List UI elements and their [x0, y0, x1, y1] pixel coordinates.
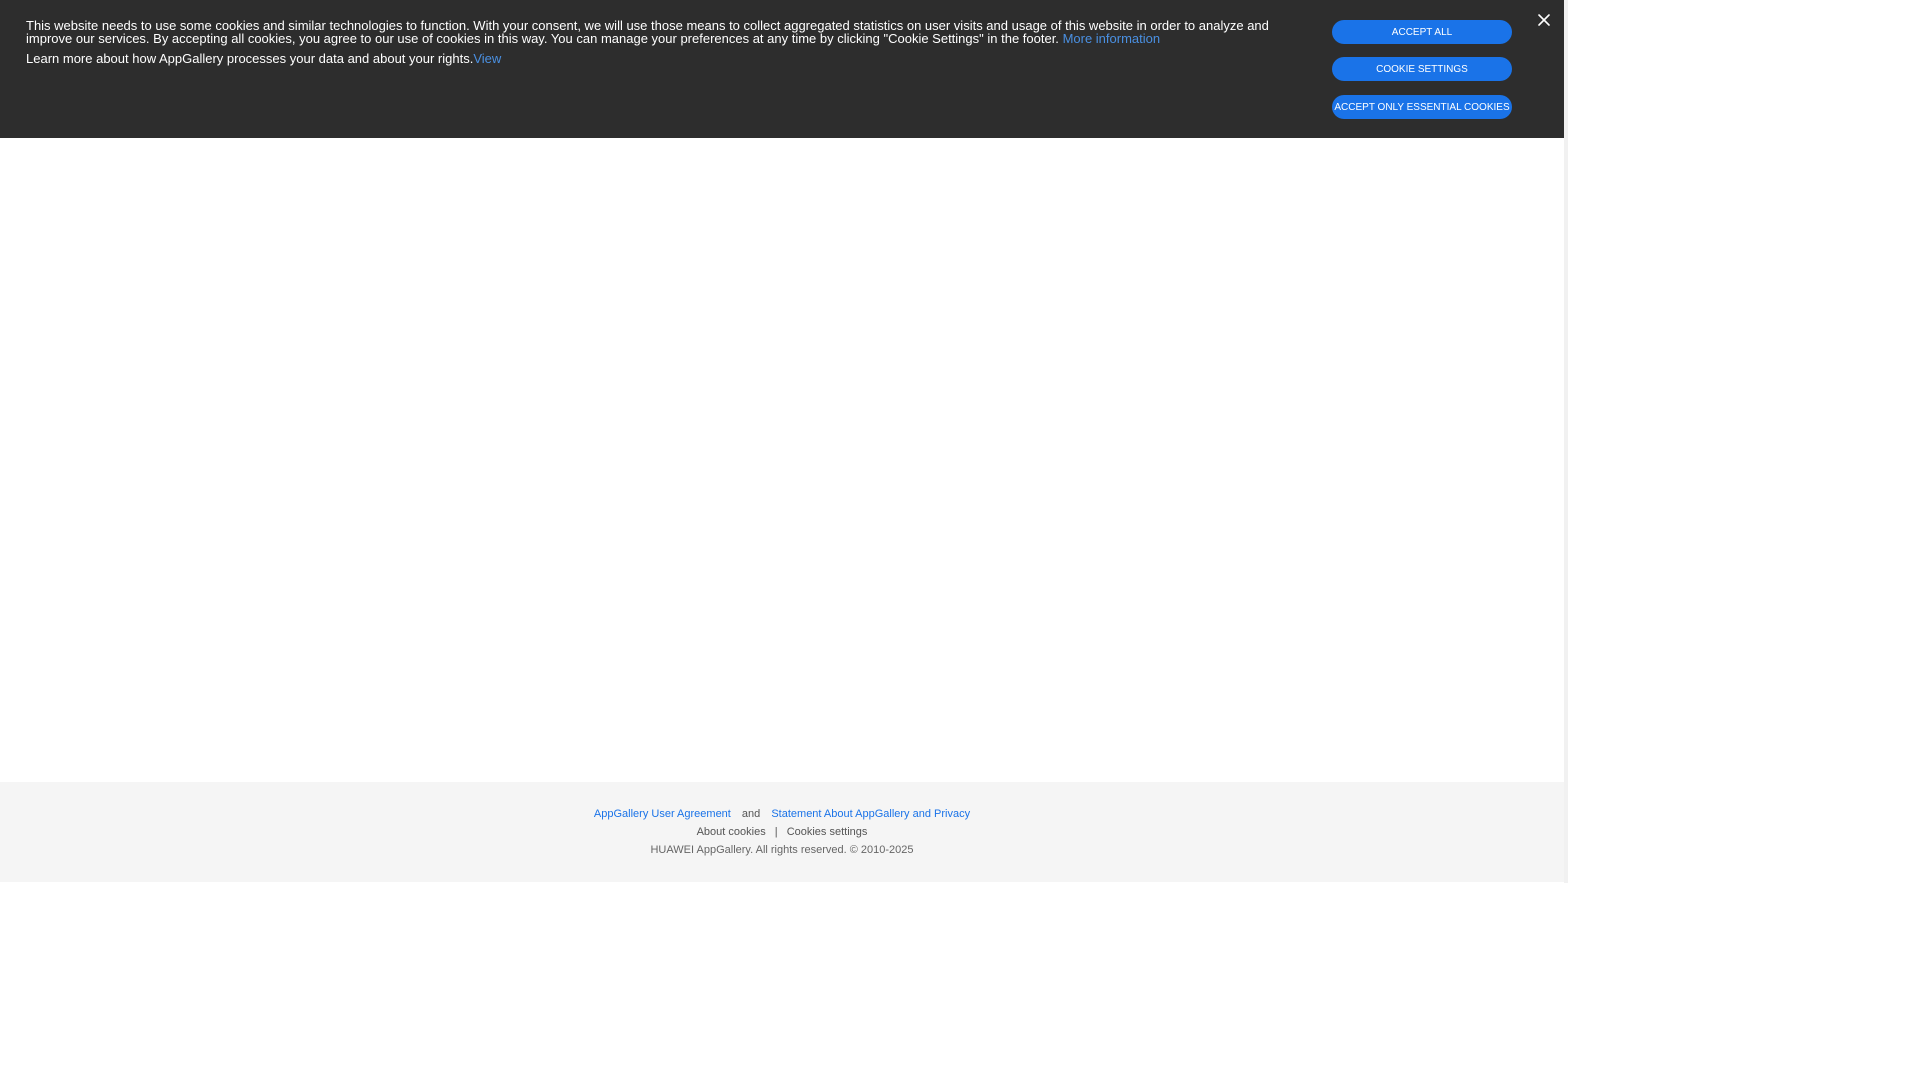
accept-all-button[interactable]: ACCEPT ALL — [1332, 20, 1512, 44]
close-icon[interactable] — [1536, 12, 1552, 28]
and-text: and — [741, 808, 761, 820]
cookie-settings-button[interactable]: COOKIE SETTINGS — [1332, 57, 1512, 81]
cookie-notice-line1: This website needs to use some cookies a… — [26, 19, 1276, 45]
scrollbar[interactable] — [1564, 0, 1568, 883]
copyright: HUAWEI AppGallery. All rights reserved. … — [0, 844, 1564, 856]
copyright-text: HUAWEI AppGallery. All rights reserved. … — [650, 844, 914, 856]
footer-legal-links: AppGallery User Agreement and Statement … — [0, 808, 1564, 820]
privacy-statement-link[interactable]: Statement About AppGallery and Privacy — [771, 808, 970, 820]
cookies-settings-link[interactable]: Cookies settings — [787, 826, 868, 838]
about-cookies-link[interactable]: About cookies — [697, 826, 766, 838]
footer: AppGallery User Agreement and Statement … — [0, 782, 1564, 882]
view-link[interactable]: View — [473, 51, 501, 66]
accept-essential-cookies-button[interactable]: ACCEPT ONLY ESSENTIAL COOKIES — [1332, 95, 1512, 119]
footer-cookie-links: About cookies | Cookies settings — [0, 826, 1564, 838]
footer-separator: | — [774, 826, 778, 838]
cookie-banner: This website needs to use some cookies a… — [0, 0, 1564, 138]
data-rights-text: Learn more about how AppGallery processe… — [26, 51, 474, 66]
cookie-notice-text: This website needs to use some cookies a… — [26, 19, 1276, 65]
more-information-link[interactable]: More information — [1063, 31, 1161, 46]
user-agreement-link[interactable]: AppGallery User Agreement — [594, 808, 731, 820]
cookie-notice-line2: Learn more about how AppGallery processe… — [26, 52, 1276, 65]
